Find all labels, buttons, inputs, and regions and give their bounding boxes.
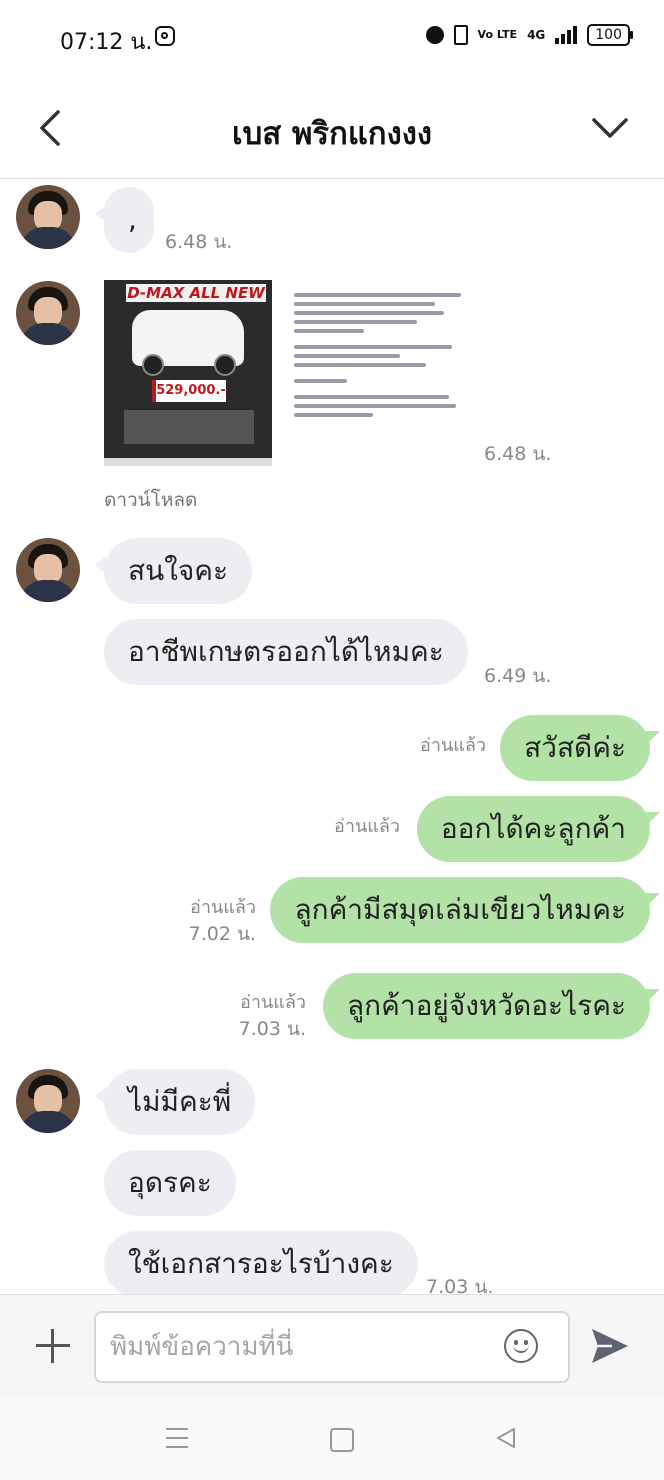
ad-price: 529,000.- bbox=[156, 380, 226, 402]
message-input[interactable] bbox=[94, 1311, 570, 1383]
message-text: ออกได้คะลูกค้า bbox=[440, 812, 626, 845]
vibrate-icon bbox=[453, 25, 468, 45]
message-text: ลูกค้าอยู่จังหวัดอะไรคะ bbox=[347, 989, 626, 1022]
message-time: 6.48 น. bbox=[165, 231, 233, 253]
download-link[interactable]: ดาวน์โหลด bbox=[104, 485, 197, 515]
network-type: 4G bbox=[527, 28, 546, 42]
message-text: สนใจคะ bbox=[128, 554, 229, 587]
message-bubble-incoming[interactable]: สนใจคะ bbox=[94, 538, 253, 604]
message-text: ใช้เอกสารอะไรบ้างคะ bbox=[128, 1247, 394, 1280]
menu-dropdown-button[interactable] bbox=[586, 104, 634, 152]
emoji-icon[interactable] bbox=[504, 1329, 538, 1363]
add-attachment-button[interactable] bbox=[32, 1325, 74, 1367]
system-nav-bar bbox=[0, 1398, 664, 1480]
ad-title: D-MAX ALL NEW bbox=[126, 284, 266, 302]
status-bar: 07:12 น. Vo LTE 4G 100 bbox=[0, 0, 664, 78]
message-text: , bbox=[128, 203, 137, 236]
signal-icon bbox=[555, 26, 578, 44]
message-time: 6.48 น. bbox=[484, 443, 552, 465]
image-message[interactable]: D-MAX ALL NEW 529,000.- bbox=[104, 280, 476, 466]
battery-icon: 100 bbox=[587, 24, 633, 46]
message-text: ลูกค้ามีสมุดเล่มเขียวไหมคะ bbox=[294, 893, 626, 926]
message-time: 7.03 น. bbox=[238, 1018, 306, 1040]
status-icons: Vo LTE 4G 100 bbox=[425, 24, 633, 46]
message-bubble-outgoing[interactable]: ลูกค้ามีสมุดเล่มเขียวไหมคะ bbox=[270, 877, 660, 943]
status-time: 07:12 น. bbox=[60, 30, 153, 55]
message-bubble-incoming[interactable]: อาชีพเกษตรออกได้ไหมคะ bbox=[104, 619, 468, 685]
message-list[interactable]: , 6.48 น. D-MAX ALL NEW 529,000.- 6.48 น… bbox=[0, 179, 664, 1294]
message-bubble-incoming[interactable]: ใช้เอกสารอะไรบ้างคะ bbox=[104, 1231, 418, 1294]
message-text: อุดรคะ bbox=[128, 1166, 212, 1199]
message-text: อาชีพเกษตรออกได้ไหมคะ bbox=[128, 635, 444, 668]
message-composer bbox=[0, 1294, 664, 1399]
message-time: 7.03 น. bbox=[426, 1276, 494, 1294]
avatar[interactable] bbox=[16, 281, 80, 345]
send-button[interactable] bbox=[588, 1325, 630, 1367]
avatar[interactable] bbox=[16, 1069, 80, 1133]
triangle-back-icon bbox=[497, 1428, 515, 1448]
message-bubble-outgoing[interactable]: สวัสดีค่ะ bbox=[500, 715, 660, 781]
message-time: 6.49 น. bbox=[484, 665, 552, 687]
message-bubble-outgoing[interactable]: ออกได้คะลูกค้า bbox=[416, 796, 661, 862]
ad-description bbox=[294, 288, 470, 422]
message-bubble-incoming[interactable]: , bbox=[95, 187, 154, 253]
message-text: สวัสดีค่ะ bbox=[524, 731, 626, 764]
read-receipt: อ่านแล้ว bbox=[334, 816, 400, 837]
chat-header: เบส พริกแกงงง bbox=[0, 78, 664, 179]
system-back-button[interactable] bbox=[494, 1426, 518, 1450]
home-button[interactable] bbox=[330, 1428, 354, 1452]
volte-icon: Vo LTE bbox=[477, 28, 518, 41]
chat-title: เบส พริกแกงงง bbox=[231, 116, 432, 152]
car-ad-image: D-MAX ALL NEW 529,000.- bbox=[104, 280, 272, 466]
chevron-down-icon bbox=[592, 118, 628, 138]
alarm-icon bbox=[425, 26, 444, 44]
avatar[interactable] bbox=[16, 185, 80, 249]
instagram-icon bbox=[155, 26, 175, 46]
message-bubble-incoming[interactable]: อุดรคะ bbox=[104, 1150, 236, 1216]
message-bubble-incoming[interactable]: ไม่มีคะพี่ bbox=[94, 1069, 256, 1135]
read-receipt: อ่านแล้ว bbox=[240, 992, 306, 1013]
send-icon bbox=[592, 1329, 628, 1363]
message-time: 7.02 น. bbox=[188, 923, 256, 945]
message-text: ไม่มีคะพี่ bbox=[128, 1085, 232, 1118]
recent-apps-button[interactable] bbox=[166, 1428, 188, 1448]
avatar[interactable] bbox=[16, 538, 80, 602]
read-receipt: อ่านแล้ว bbox=[420, 735, 486, 756]
message-bubble-outgoing[interactable]: ลูกค้าอยู่จังหวัดอะไรคะ bbox=[323, 973, 660, 1039]
read-receipt: อ่านแล้ว bbox=[190, 897, 256, 918]
